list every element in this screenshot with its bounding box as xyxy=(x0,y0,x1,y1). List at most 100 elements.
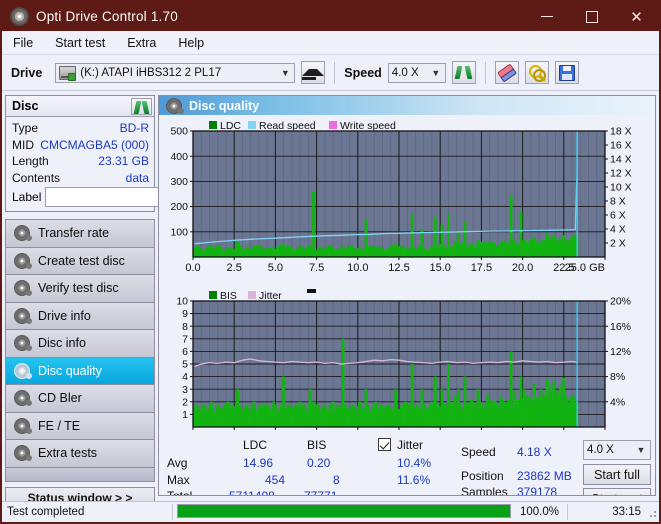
speed-select[interactable]: 4.0 X ▼ xyxy=(387,62,446,83)
window-controls: ✕ xyxy=(524,2,659,31)
jitter-checkbox[interactable] xyxy=(378,438,391,451)
chevron-down-icon: ▼ xyxy=(431,67,441,78)
sidebar-item-label: Drive info xyxy=(38,308,91,323)
close-button[interactable]: ✕ xyxy=(614,2,659,31)
col-header-bis: BIS xyxy=(307,438,327,452)
save-icon xyxy=(558,64,575,81)
disc-quality-icon xyxy=(166,97,184,114)
svg-text:2.5: 2.5 xyxy=(227,262,242,274)
maximize-button[interactable] xyxy=(569,2,614,31)
disc-row-contents: Contents data xyxy=(12,170,149,187)
disc-quality-panel: Disc quality LDC Read speed Write speed 100… xyxy=(158,95,656,496)
sidebar-item-transfer-rate[interactable]: Transfer rate xyxy=(6,220,154,248)
svg-text:20%: 20% xyxy=(610,296,631,308)
disc-panel-header: Disc xyxy=(6,96,154,117)
svg-text:12.5: 12.5 xyxy=(388,432,409,433)
keys-button[interactable] xyxy=(524,61,549,84)
svg-text:4%: 4% xyxy=(610,396,625,408)
menu-start-test[interactable]: Start test xyxy=(53,35,107,51)
svg-text:Write speed: Write speed xyxy=(340,120,396,132)
disc-mid-value: CMCMAGBA5 (000) xyxy=(40,137,149,152)
panel-title: Disc quality xyxy=(189,98,260,113)
sidebar-item-label: Disc quality xyxy=(38,363,102,378)
row-label-avg: Avg xyxy=(167,456,188,470)
refresh-button[interactable] xyxy=(451,61,476,84)
svg-text:2.5: 2.5 xyxy=(227,432,242,433)
svg-text:15.0: 15.0 xyxy=(429,432,450,433)
menu-extra[interactable]: Extra xyxy=(125,35,158,51)
drive-icon xyxy=(59,65,77,81)
sidebar-item-extra-tests[interactable]: Extra tests xyxy=(6,440,154,468)
sidebar-item-disc-info[interactable]: Disc info xyxy=(6,330,154,358)
title-bar: Opti Drive Control 1.70 ✕ xyxy=(2,2,659,31)
progress-fill xyxy=(178,505,510,517)
start-part-button[interactable]: Start part xyxy=(583,488,651,495)
row-label-max: Max xyxy=(167,473,190,487)
drive-select-value: (K:) ATAPI iHBS312 2 PL17 xyxy=(80,66,222,79)
menu-help[interactable]: Help xyxy=(176,35,206,51)
svg-text:2: 2 xyxy=(182,396,188,408)
disc-length-label: Length xyxy=(12,154,49,169)
eraser-icon xyxy=(496,62,517,83)
start-full-button[interactable]: Start full xyxy=(583,464,651,485)
avg-jitter: 10.4% xyxy=(397,456,432,470)
nav-list: Transfer rate Create test disc Verify te… xyxy=(5,219,155,468)
svg-text:8%: 8% xyxy=(610,371,625,383)
disc-label-row: Label xyxy=(12,187,252,207)
app-disc-icon xyxy=(10,7,29,26)
disc-panel-title: Disc xyxy=(12,99,39,113)
main-body: Disc Type BD-R MID CMCMAGBA5 (000) Lengt… xyxy=(2,91,659,509)
disc-refresh-button[interactable] xyxy=(131,97,152,115)
svg-text:14 X: 14 X xyxy=(610,154,632,166)
refresh-icon xyxy=(135,100,148,113)
svg-text:10.0: 10.0 xyxy=(347,432,368,433)
sidebar-item-disc-quality[interactable]: Disc quality xyxy=(6,357,154,385)
sidebar-item-fe-te[interactable]: FE / TE xyxy=(6,412,154,440)
col-header-ldc: LDC xyxy=(243,438,268,452)
svg-text:16%: 16% xyxy=(610,321,631,333)
test-speed-value: 4.0 X xyxy=(587,444,614,456)
menu-file[interactable]: File xyxy=(11,35,35,51)
stats-area: LDC BIS Jitter Avg 14.96 0.20 10.4% Max … xyxy=(159,433,655,496)
sidebar-item-verify-test-disc[interactable]: Verify test disc xyxy=(6,275,154,303)
svg-text:8 X: 8 X xyxy=(610,196,626,208)
status-message: Test completed xyxy=(7,506,85,518)
svg-text:12%: 12% xyxy=(610,346,631,358)
svg-text:25.0 GB: 25.0 GB xyxy=(565,432,605,433)
svg-text:20.0: 20.0 xyxy=(512,262,533,274)
eject-button[interactable] xyxy=(301,61,326,84)
elapsed-time: 33:15 xyxy=(612,506,641,518)
svg-text:5.0: 5.0 xyxy=(268,262,283,274)
sidebar-item-label: Disc info xyxy=(38,336,86,351)
save-button[interactable] xyxy=(554,61,579,84)
disc-row-type: Type BD-R xyxy=(12,120,149,137)
disc-contents-value: data xyxy=(125,170,149,185)
disc-icon xyxy=(14,335,32,352)
resize-grip[interactable] xyxy=(646,507,656,517)
toolbar-divider-2 xyxy=(484,61,486,84)
sidebar-item-label: Extra tests xyxy=(38,446,98,461)
disc-icon xyxy=(14,252,32,269)
drive-label: Drive xyxy=(11,65,43,80)
svg-text:300: 300 xyxy=(170,176,188,188)
disc-icon xyxy=(14,362,32,379)
test-speed-select[interactable]: 4.0 X ▼ xyxy=(583,440,651,460)
svg-text:Read speed: Read speed xyxy=(259,120,316,132)
max-bis: 8 xyxy=(333,473,340,487)
minimize-button[interactable] xyxy=(524,2,569,31)
total-bis: 77771 xyxy=(304,489,338,496)
disc-info-panel: Disc Type BD-R MID CMCMAGBA5 (000) Lengt… xyxy=(5,95,252,212)
svg-text:12.5: 12.5 xyxy=(388,262,409,274)
charts-container: LDC Read speed Write speed 100 200 300 400 500 2… xyxy=(159,115,655,433)
quality-charts: LDC Read speed Write speed 100 200 300 400 500 2… xyxy=(170,120,632,433)
drive-select[interactable]: (K:) ATAPI iHBS312 2 PL17 ▼ xyxy=(55,62,296,83)
minimize-icon xyxy=(540,15,553,18)
avg-bis: 0.20 xyxy=(307,456,331,470)
sidebar-item-drive-info[interactable]: Drive info xyxy=(6,302,154,330)
speed-select-value: 4.0 X xyxy=(391,66,419,79)
erase-button[interactable] xyxy=(494,61,519,84)
sidebar-item-create-test-disc[interactable]: Create test disc xyxy=(6,247,154,275)
sidebar-item-cd-bler[interactable]: CD Bler xyxy=(6,385,154,413)
svg-text:4: 4 xyxy=(182,371,188,383)
svg-text:8: 8 xyxy=(182,321,188,333)
